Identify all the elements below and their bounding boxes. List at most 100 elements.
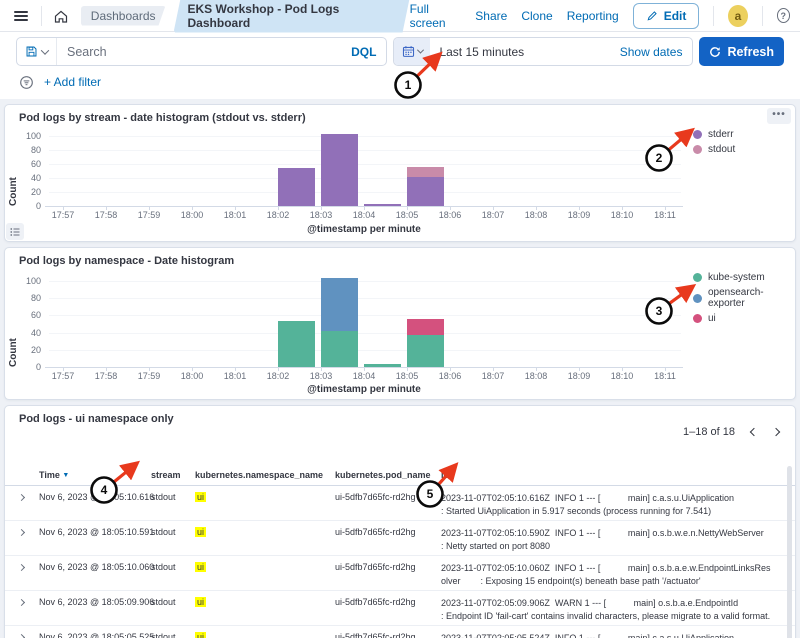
expand-row-button[interactable]	[15, 626, 39, 638]
cell-namespace: ui	[195, 521, 335, 537]
time-range-value[interactable]: Last 15 minutes	[430, 45, 619, 59]
y-tick-label: 60	[9, 159, 41, 169]
legend-item[interactable]: ui	[693, 313, 795, 324]
panel-menu-button[interactable]: •••	[767, 108, 791, 124]
legend-item[interactable]: stdout	[693, 144, 735, 155]
refresh-button[interactable]: Refresh	[699, 37, 784, 66]
y-tick-label: 100	[9, 131, 41, 141]
saved-query-button[interactable]	[17, 38, 57, 65]
header-stream[interactable]: stream	[151, 465, 195, 485]
x-tick-label: 18:05	[390, 371, 424, 381]
bar-segment[interactable]	[278, 321, 315, 367]
bar-segment[interactable]	[364, 204, 401, 206]
hamburger-icon	[14, 11, 28, 21]
expand-row-button[interactable]	[15, 521, 39, 537]
cell-namespace: ui	[195, 591, 335, 607]
cell-pod-name: ui-5dfb7d65fc-rd2hg	[335, 521, 441, 537]
y-tick-label: 60	[9, 310, 41, 320]
bar-segment[interactable]	[407, 167, 444, 178]
header-namespace[interactable]: kubernetes.namespace_name	[195, 465, 335, 485]
sort-desc-icon[interactable]: ▼	[62, 472, 69, 479]
cell-stream: stdout	[151, 521, 195, 537]
clone-link[interactable]: Clone	[521, 9, 552, 23]
x-tick-label: 18:09	[562, 371, 596, 381]
expand-row-button[interactable]	[15, 486, 39, 502]
cell-stream: stdout	[151, 626, 195, 638]
y-tick-label: 100	[9, 276, 41, 286]
list-icon	[9, 226, 21, 238]
header-time[interactable]: Time ▼	[39, 465, 151, 485]
header-pod-name[interactable]: kubernetes.pod_name	[335, 465, 441, 485]
query-language-button[interactable]: DQL	[341, 45, 386, 59]
full-screen-link[interactable]: Full screen	[410, 2, 462, 30]
table-row: Nov 6, 2023 @ 18:05:09.906stdoutuiui-5df…	[5, 591, 795, 626]
home-button[interactable]	[50, 4, 73, 28]
header-log[interactable]: log	[441, 465, 785, 485]
x-tick-label: 17:59	[132, 371, 166, 381]
show-dates-link[interactable]: Show dates	[620, 45, 693, 59]
cell-stream: stdout	[151, 556, 195, 572]
legend-label: ui	[708, 313, 716, 324]
save-icon	[25, 45, 38, 58]
expand-row-button[interactable]	[15, 591, 39, 607]
table-row: Nov 6, 2023 @ 18:05:10.060stdoutuiui-5df…	[5, 556, 795, 591]
bar-segment[interactable]	[321, 134, 358, 206]
cell-log: 2023-11-07T02:05:10.060Z INFO 1 --- [ ma…	[441, 556, 785, 588]
cell-log: 2023-11-07T02:05:10.590Z INFO 1 --- [ ma…	[441, 521, 785, 553]
legend-toggle-button[interactable]	[6, 223, 24, 240]
x-tick-label: 18:11	[648, 210, 682, 220]
query-bar: DQL Last 15 minutes Show dates	[0, 32, 800, 69]
pagination-label: 1–18 of 18	[683, 426, 735, 438]
table-row: Nov 6, 2023 @ 18:05:05.525stdoutuiui-5df…	[5, 626, 795, 638]
cell-namespace: ui	[195, 486, 335, 502]
x-tick-label: 18:04	[347, 210, 381, 220]
bar-segment[interactable]	[407, 335, 444, 367]
x-tick-label: 17:58	[89, 210, 123, 220]
expand-row-button[interactable]	[15, 556, 39, 572]
edit-button[interactable]: Edit	[633, 3, 700, 29]
cell-pod-name: ui-5dfb7d65fc-rd2hg	[335, 486, 441, 502]
bar-segment[interactable]	[407, 319, 444, 335]
reporting-link[interactable]: Reporting	[567, 9, 619, 23]
bar-segment[interactable]	[321, 331, 358, 367]
bar-segment[interactable]	[278, 168, 315, 206]
legend-item[interactable]: kube-system	[693, 272, 795, 283]
divider	[41, 6, 42, 26]
panel-title: Pod logs by stream - date histogram (std…	[5, 105, 795, 124]
highlighted-namespace: ui	[195, 632, 206, 638]
x-tick-label: 18:02	[261, 371, 295, 381]
avatar[interactable]: a	[728, 5, 747, 27]
opensearch-dashboards-app: Dashboards EKS Workshop - Pod Logs Dashb…	[0, 0, 800, 638]
legend-dot-icon	[693, 145, 702, 154]
table-header: Time ▼ stream kubernetes.namespace_name …	[5, 465, 795, 486]
divider	[713, 6, 714, 26]
cell-pod-name: ui-5dfb7d65fc-rd2hg	[335, 626, 441, 638]
help-icon[interactable]: ?	[777, 8, 790, 23]
search-input[interactable]	[57, 45, 341, 59]
highlighted-namespace: ui	[195, 527, 206, 537]
bar-segment[interactable]	[407, 177, 444, 206]
next-page-button[interactable]	[773, 429, 779, 435]
add-filter-link[interactable]: + Add filter	[44, 75, 101, 89]
filter-options-button[interactable]	[16, 72, 36, 92]
nav-left: Dashboards EKS Workshop - Pod Logs Dashb…	[10, 0, 410, 33]
divider	[762, 6, 763, 26]
bar-segment[interactable]	[364, 364, 401, 367]
legend-item[interactable]: stderr	[693, 129, 735, 140]
previous-page-button[interactable]	[751, 429, 757, 435]
bar-segment[interactable]	[321, 278, 358, 330]
share-link[interactable]: Share	[475, 9, 507, 23]
chevron-down-icon	[41, 46, 49, 54]
table-scrollbar[interactable]	[787, 466, 792, 638]
highlighted-namespace: ui	[195, 492, 206, 502]
menu-button[interactable]	[10, 4, 33, 28]
quick-select-date-button[interactable]	[394, 38, 430, 65]
chart-legend: kube-system opensearch-exporter ui	[693, 272, 795, 324]
header-expander-col	[15, 465, 39, 475]
date-picker: Last 15 minutes Show dates	[393, 37, 693, 66]
legend-dot-icon	[693, 130, 702, 139]
x-tick-label: 18:09	[562, 210, 596, 220]
breadcrumb-dashboards[interactable]: Dashboards	[81, 6, 166, 26]
legend-item[interactable]: opensearch-exporter	[693, 287, 795, 309]
highlighted-namespace: ui	[195, 562, 206, 572]
